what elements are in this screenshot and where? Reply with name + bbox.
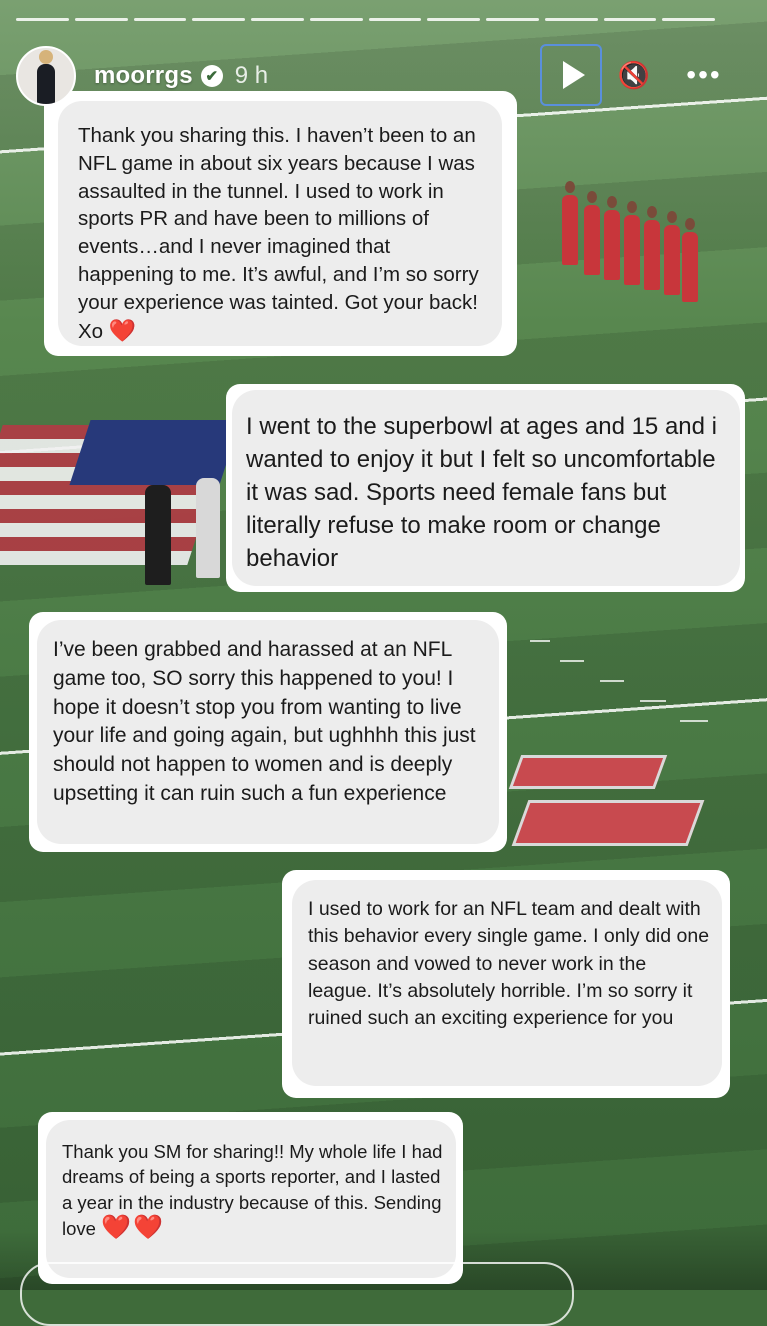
team-player — [664, 211, 680, 295]
endzone-marker — [511, 800, 705, 846]
message-card: I used to work for an NFL team and dealt… — [282, 870, 730, 1098]
team-player — [682, 218, 698, 302]
team-player — [604, 196, 620, 280]
yard-hash — [560, 660, 584, 662]
progress-segment — [603, 18, 657, 21]
message-bubble: Thank you sharing this. I haven’t been t… — [58, 101, 502, 346]
message-text: I’ve been grabbed and harassed at an NFL… — [53, 638, 476, 805]
avatar-figure — [37, 50, 55, 104]
progress-segment — [544, 18, 598, 21]
team-player — [562, 181, 578, 265]
message-card: I’ve been grabbed and harassed at an NFL… — [29, 612, 507, 852]
message-card: I went to the superbowl at ages and 15 a… — [226, 384, 745, 592]
speaker-muted-icon: 🔇 — [617, 59, 651, 90]
team-player — [644, 206, 660, 290]
field-logo-blue — [69, 420, 241, 485]
more-options-icon: ••• — [686, 59, 722, 90]
progress-segment — [368, 18, 422, 21]
progress-segment — [662, 18, 715, 21]
mute-button[interactable]: 🔇 — [614, 44, 654, 106]
message-text: I used to work for an NFL team and dealt… — [308, 898, 710, 1030]
message-bubble: Thank you SM for sharing!! My whole life… — [46, 1120, 456, 1278]
team-player — [584, 191, 600, 275]
progress-segment — [486, 18, 539, 21]
avatar[interactable] — [16, 46, 76, 106]
story-progress-bar — [16, 18, 715, 21]
message-text: I went to the superbowl at ages and 15 a… — [246, 413, 717, 572]
yard-hash — [530, 640, 550, 642]
play-button[interactable] — [540, 44, 602, 106]
username[interactable]: moorrgs — [94, 62, 193, 90]
field-official — [196, 478, 220, 578]
yard-hash — [640, 700, 666, 702]
play-icon — [563, 61, 585, 89]
yard-hash — [680, 720, 708, 722]
progress-segment — [74, 18, 128, 21]
more-options-button[interactable]: ••• — [680, 44, 728, 106]
verified-badge-icon: ✔ — [200, 65, 223, 87]
story-header: moorrgs ✔ 9 h 🔇 ••• — [16, 44, 751, 108]
team-player — [624, 201, 640, 285]
message-card: Thank you SM for sharing!! My whole life… — [38, 1112, 463, 1284]
message-bubble: I used to work for an NFL team and dealt… — [292, 880, 722, 1086]
progress-segment — [192, 18, 245, 21]
progress-segment — [133, 18, 187, 21]
endzone-marker — [508, 755, 668, 789]
post-time: 9 h — [234, 62, 269, 89]
progress-segment — [427, 18, 480, 21]
progress-segment — [16, 18, 69, 21]
message-text: Thank you sharing this. I haven’t been t… — [78, 124, 479, 343]
yard-hash — [600, 680, 624, 682]
message-bubble: I’ve been grabbed and harassed at an NFL… — [37, 620, 499, 844]
progress-segment — [251, 18, 304, 21]
reply-input[interactable] — [20, 1262, 574, 1326]
heart-emoji: ❤️❤️ — [101, 1213, 165, 1241]
field-official — [145, 485, 171, 585]
message-card: Thank you sharing this. I haven’t been t… — [44, 91, 517, 356]
heart-emoji: ❤️ — [108, 317, 137, 343]
message-bubble: I went to the superbowl at ages and 15 a… — [232, 390, 740, 586]
progress-segment — [309, 18, 363, 21]
